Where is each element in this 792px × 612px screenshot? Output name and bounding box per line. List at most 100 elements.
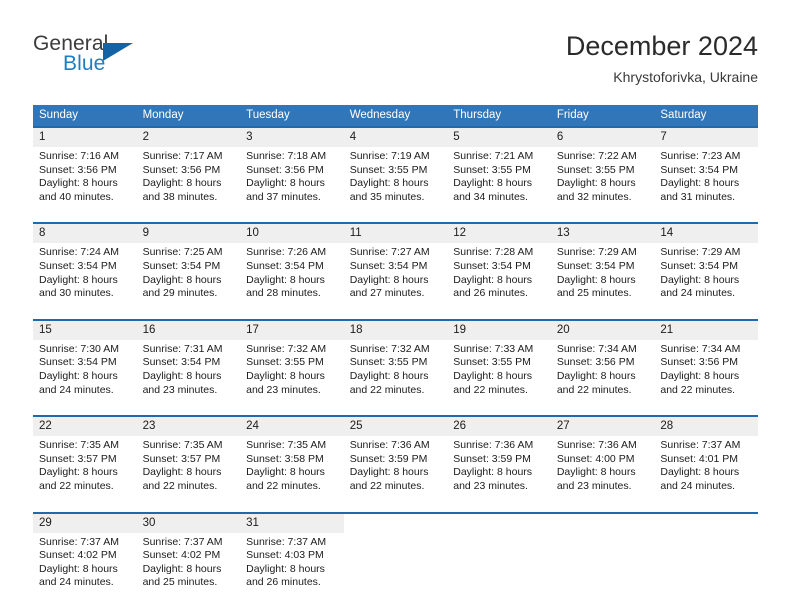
calendar-day-cell[interactable]: 14 Sunrise: 7:29 AM Sunset: 3:54 PM Dayligh… [654, 222, 758, 305]
day-number: 2 [136, 128, 241, 147]
sunset-text: Sunset: 3:56 PM [556, 356, 635, 369]
calendar-day-cell[interactable]: 21 Sunrise: 7:34 AM Sunset: 3:56 PM Dayligh… [654, 318, 758, 402]
calendar-day-cell[interactable]: 18 Sunrise: 7:32 AM Sunset: 3:55 PM Dayligh… [343, 318, 448, 402]
sunrise-text: Sunrise: 7:37 AM [142, 535, 223, 548]
daylight-text-line1: Daylight: 8 hours [349, 177, 429, 190]
calendar-grid-container: Sunday Monday Tuesday Wednesday Thursday… [33, 105, 758, 594]
sunrise-text: Sunrise: 7:27 AM [349, 246, 430, 259]
daylight-text-line1: Daylight: 8 hours [246, 466, 325, 479]
sunrise-text: Sunrise: 7:36 AM [556, 439, 637, 452]
sunrise-text: Sunrise: 7:24 AM [39, 246, 119, 259]
calendar-day-cell[interactable]: 9 Sunrise: 7:25 AM Sunset: 3:54 PM Daylight… [136, 222, 241, 305]
day-number [654, 513, 758, 533]
sunrise-text: Sunrise: 7:36 AM [349, 439, 430, 452]
day-details: Sunrise: 7:34 AM Sunset: 3:56 PM Daylight:… [550, 339, 655, 402]
sunrise-text: Sunrise: 7:37 AM [246, 535, 327, 548]
calendar-day-cell[interactable]: 11 Sunrise: 7:27 AM Sunset: 3:54 PM Dayligh… [343, 222, 448, 305]
sunset-text: Sunset: 3:56 PM [246, 163, 324, 176]
daylight-text-line1: Daylight: 8 hours [39, 177, 118, 190]
day-number: 29 [33, 513, 137, 533]
week-spacer-cell [33, 208, 137, 224]
calendar-day-cell[interactable]: 24 Sunrise: 7:35 AM Sunset: 3:58 PM Dayligh… [240, 415, 344, 498]
daylight-text-line2: and 22 minutes. [246, 479, 321, 492]
day-details: Sunrise: 7:18 AM Sunset: 3:56 PM Daylight:… [240, 147, 344, 209]
daylight-text-line1: Daylight: 8 hours [349, 466, 429, 479]
day-details: Sunrise: 7:35 AM Sunset: 3:58 PM Daylight:… [240, 436, 344, 498]
calendar-day-cell[interactable]: 12 Sunrise: 7:28 AM Sunset: 3:54 PM Dayligh… [447, 222, 551, 305]
calendar-week-row: 15 Sunrise: 7:30 AM Sunset: 3:54 PM Dayligh… [33, 318, 758, 402]
week-spacer-cell [240, 304, 344, 320]
calendar-table: Sunday Monday Tuesday Wednesday Thursday… [33, 105, 758, 594]
calendar-day-cell[interactable]: 7 Sunrise: 7:23 AM Sunset: 3:54 PM Daylight… [654, 125, 758, 209]
daylight-text-line2: and 26 minutes. [453, 287, 528, 300]
daylight-text-line1: Daylight: 8 hours [556, 466, 636, 479]
calendar-day-cell[interactable]: 20 Sunrise: 7:34 AM Sunset: 3:56 PM Dayligh… [550, 318, 655, 402]
calendar-day-cell[interactable]: 6 Sunrise: 7:22 AM Sunset: 3:55 PM Daylight… [550, 125, 655, 209]
sunset-text: Sunset: 3:54 PM [142, 259, 221, 272]
general-blue-logo[interactable]: General Blue [33, 32, 233, 88]
calendar-day-cell[interactable]: 23 Sunrise: 7:35 AM Sunset: 3:57 PM Dayligh… [136, 415, 241, 498]
daylight-text-line2: and 24 minutes. [660, 479, 736, 492]
calendar-day-cell[interactable]: 10 Sunrise: 7:26 AM Sunset: 3:54 PM Dayligh… [240, 222, 344, 305]
calendar-day-cell[interactable]: 13 Sunrise: 7:29 AM Sunset: 3:54 PM Dayligh… [550, 222, 655, 305]
calendar-day-cell[interactable]: 22 Sunrise: 7:35 AM Sunset: 3:57 PM Dayligh… [33, 415, 137, 498]
daylight-text-line2: and 22 minutes. [349, 479, 425, 492]
daylight-text-line1: Daylight: 8 hours [453, 369, 533, 382]
daylight-text-line1: Daylight: 8 hours [142, 273, 222, 286]
daylight-text-line1: Daylight: 8 hours [556, 177, 636, 190]
calendar-day-cell[interactable]: 30 Sunrise: 7:37 AM Sunset: 4:02 PM Dayligh… [136, 511, 241, 594]
day-details: Sunrise: 7:35 AM Sunset: 3:57 PM Daylight:… [33, 436, 137, 498]
calendar-day-cell[interactable]: 1 Sunrise: 7:16 AM Sunset: 3:56 PM Daylight… [33, 125, 137, 209]
sunset-text: Sunset: 3:57 PM [142, 452, 221, 465]
day-number: 14 [654, 224, 758, 244]
calendar-day-cell[interactable]: 8 Sunrise: 7:24 AM Sunset: 3:54 PM Daylight… [33, 222, 137, 305]
calendar-day-cell[interactable]: 31 Sunrise: 7:37 AM Sunset: 4:03 PM Dayligh… [240, 511, 344, 594]
week-spacer-cell [343, 304, 448, 320]
daylight-text-line1: Daylight: 8 hours [660, 466, 740, 479]
weekday-header-thursday: Thursday [447, 105, 551, 127]
calendar-day-cell[interactable]: 5 Sunrise: 7:21 AM Sunset: 3:55 PM Daylight… [447, 125, 551, 209]
calendar-day-cell[interactable]: 26 Sunrise: 7:36 AM Sunset: 3:59 PM Dayligh… [447, 415, 551, 498]
calendar-day-cell[interactable]: 4 Sunrise: 7:19 AM Sunset: 3:55 PM Daylight… [343, 125, 448, 209]
title-block: December 2024 Khrystoforivka, Ukraine [566, 30, 758, 86]
day-number: 15 [33, 320, 137, 340]
location-subtitle: Khrystoforivka, Ukraine [613, 69, 758, 85]
day-number [343, 513, 448, 533]
calendar-day-cell[interactable]: 17 Sunrise: 7:32 AM Sunset: 3:55 PM Dayligh… [240, 318, 344, 402]
calendar-day-cell[interactable]: 2 Sunrise: 7:17 AM Sunset: 3:56 PM Daylight… [136, 125, 241, 209]
daylight-text-line2: and 23 minutes. [556, 479, 632, 492]
sunset-text: Sunset: 3:54 PM [39, 356, 117, 369]
day-number: 19 [447, 320, 551, 340]
day-details: Sunrise: 7:16 AM Sunset: 3:56 PM Daylight:… [33, 147, 137, 209]
sunrise-text: Sunrise: 7:23 AM [660, 150, 741, 162]
day-number: 9 [136, 224, 241, 244]
calendar-day-cell[interactable]: 28 Sunrise: 7:37 AM Sunset: 4:01 PM Dayligh… [654, 415, 758, 498]
calendar-day-cell[interactable]: 16 Sunrise: 7:31 AM Sunset: 3:54 PM Dayligh… [136, 318, 241, 402]
week-spacer-cell [240, 208, 344, 224]
day-number: 28 [654, 417, 758, 437]
day-details [447, 532, 551, 594]
sunset-text: Sunset: 3:54 PM [660, 163, 739, 176]
calendar-day-cell[interactable]: 19 Sunrise: 7:33 AM Sunset: 3:55 PM Dayligh… [447, 318, 551, 402]
calendar-day-cell[interactable]: 29 Sunrise: 7:37 AM Sunset: 4:02 PM Dayligh… [33, 511, 137, 594]
sunset-text: Sunset: 3:54 PM [453, 259, 531, 272]
sunrise-text: Sunrise: 7:19 AM [349, 150, 430, 162]
day-number: 17 [240, 320, 344, 340]
calendar-day-cell[interactable]: 3 Sunrise: 7:18 AM Sunset: 3:56 PM Daylight… [240, 125, 344, 209]
calendar-day-cell[interactable]: 15 Sunrise: 7:30 AM Sunset: 3:54 PM Dayligh… [33, 318, 137, 402]
day-details: Sunrise: 7:17 AM Sunset: 3:56 PM Daylight:… [136, 147, 241, 209]
calendar-day-cell[interactable]: 27 Sunrise: 7:36 AM Sunset: 4:00 PM Dayligh… [550, 415, 655, 498]
day-number [447, 513, 551, 533]
day-number: 6 [550, 128, 655, 147]
day-details: Sunrise: 7:23 AM Sunset: 3:54 PM Daylight:… [654, 147, 758, 209]
sunset-text: Sunset: 3:56 PM [39, 163, 117, 176]
day-details: Sunrise: 7:36 AM Sunset: 4:00 PM Daylight:… [550, 436, 655, 498]
daylight-text-line2: and 22 minutes. [660, 383, 736, 396]
sunrise-text: Sunrise: 7:34 AM [660, 342, 741, 355]
week-spacer-cell [136, 304, 241, 320]
day-details: Sunrise: 7:36 AM Sunset: 3:59 PM Daylight:… [447, 436, 551, 498]
week-spacer-cell [136, 208, 241, 224]
weekday-header-sunday: Sunday [33, 105, 137, 127]
sunrise-text: Sunrise: 7:34 AM [556, 342, 637, 355]
calendar-day-cell[interactable]: 25 Sunrise: 7:36 AM Sunset: 3:59 PM Dayligh… [343, 415, 448, 498]
